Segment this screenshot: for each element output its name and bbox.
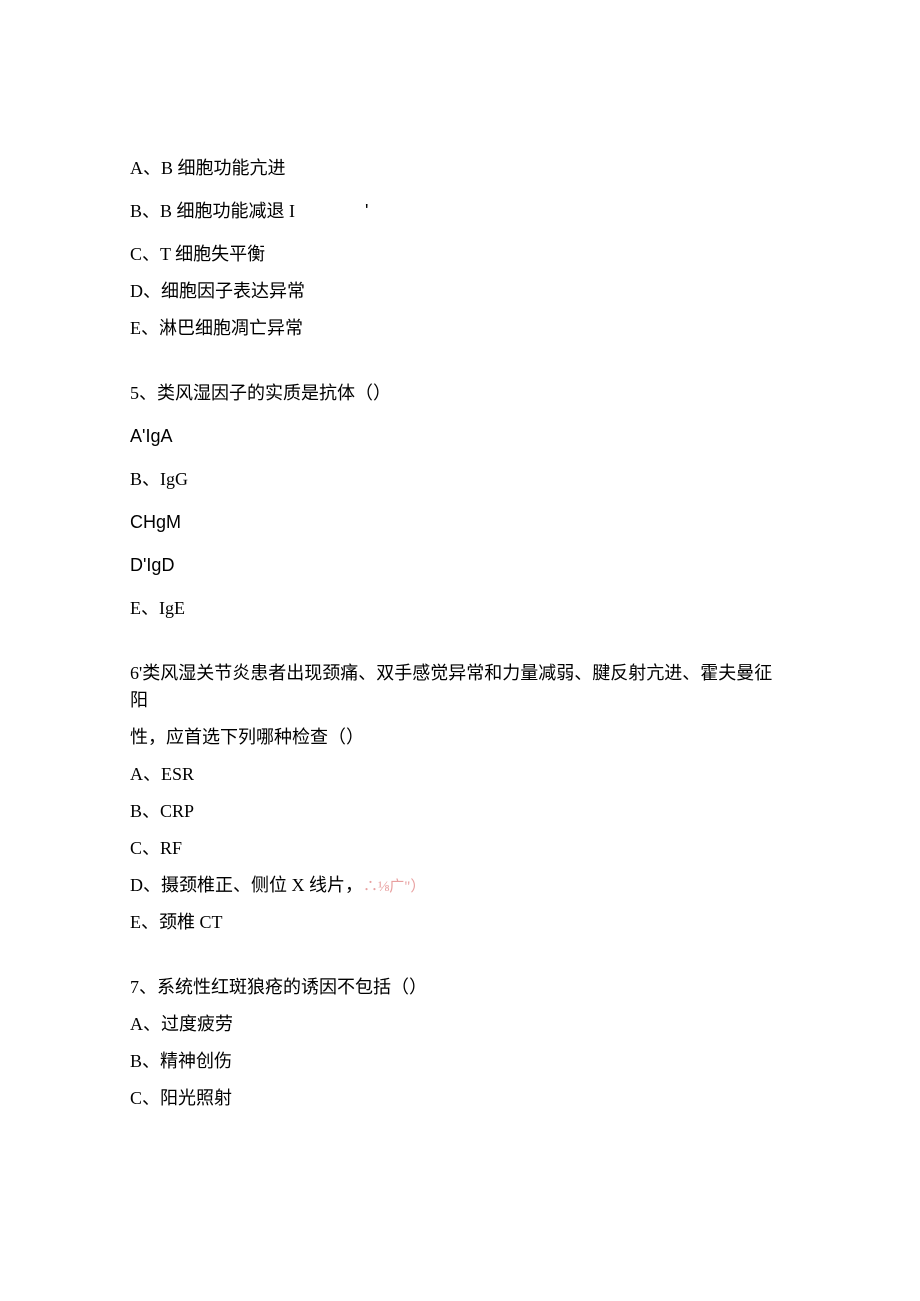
q4-option-a: A、B 细胞功能亢进: [130, 155, 790, 182]
q6-option-d: D、摄颈椎正、侧位 X 线片，∴⅛广"）: [130, 872, 790, 899]
q4-option-e: E、淋巴细胞凋亡异常: [130, 315, 790, 342]
q4-option-c: C、T 细胞失平衡: [130, 241, 790, 268]
q7-option-a: A、过度疲劳: [130, 1011, 790, 1038]
q4-option-b: B、B 细胞功能减退 I ': [130, 198, 790, 225]
q6-option-d-faded: ∴⅛广"）: [363, 879, 425, 895]
q6-stem-line1: 6'类风湿关节炎患者出现颈痛、双手感觉异常和力量减弱、腱反射亢进、霍夫曼征阳: [130, 660, 790, 714]
q6-option-b: B、CRP: [130, 798, 790, 825]
q5-option-e: E、IgE: [130, 595, 790, 622]
q7-option-b: B、精神创伤: [130, 1048, 790, 1075]
q5-option-d: D'IgD: [130, 552, 790, 579]
q4-option-d: D、细胞因子表达异常: [130, 278, 790, 305]
q5-option-b: B、IgG: [130, 466, 790, 493]
q6-option-e: E、颈椎 CT: [130, 909, 790, 936]
document-page: A、B 细胞功能亢进 B、B 细胞功能减退 I ' C、T 细胞失平衡 D、细胞因…: [0, 0, 920, 1228]
q6-option-c: C、RF: [130, 835, 790, 862]
q5-option-a: A'IgA: [130, 423, 790, 450]
q7-stem: 7、系统性红斑狼疮的诱因不包括（）: [130, 974, 790, 1001]
q6-option-a: A、ESR: [130, 761, 790, 788]
q6-option-d-text: D、摄颈椎正、侧位 X 线片，: [130, 875, 363, 895]
q4-option-b-text: B、B 细胞功能减退 I: [130, 201, 295, 221]
q6-stem-line2: 性，应首选下列哪种检查（）: [130, 724, 790, 751]
q5-option-c: CHgM: [130, 509, 790, 536]
tick-mark: ': [365, 201, 368, 221]
q7-option-c: C、阳光照射: [130, 1085, 790, 1112]
q5-stem: 5、类风湿因子的实质是抗体（）: [130, 380, 790, 407]
